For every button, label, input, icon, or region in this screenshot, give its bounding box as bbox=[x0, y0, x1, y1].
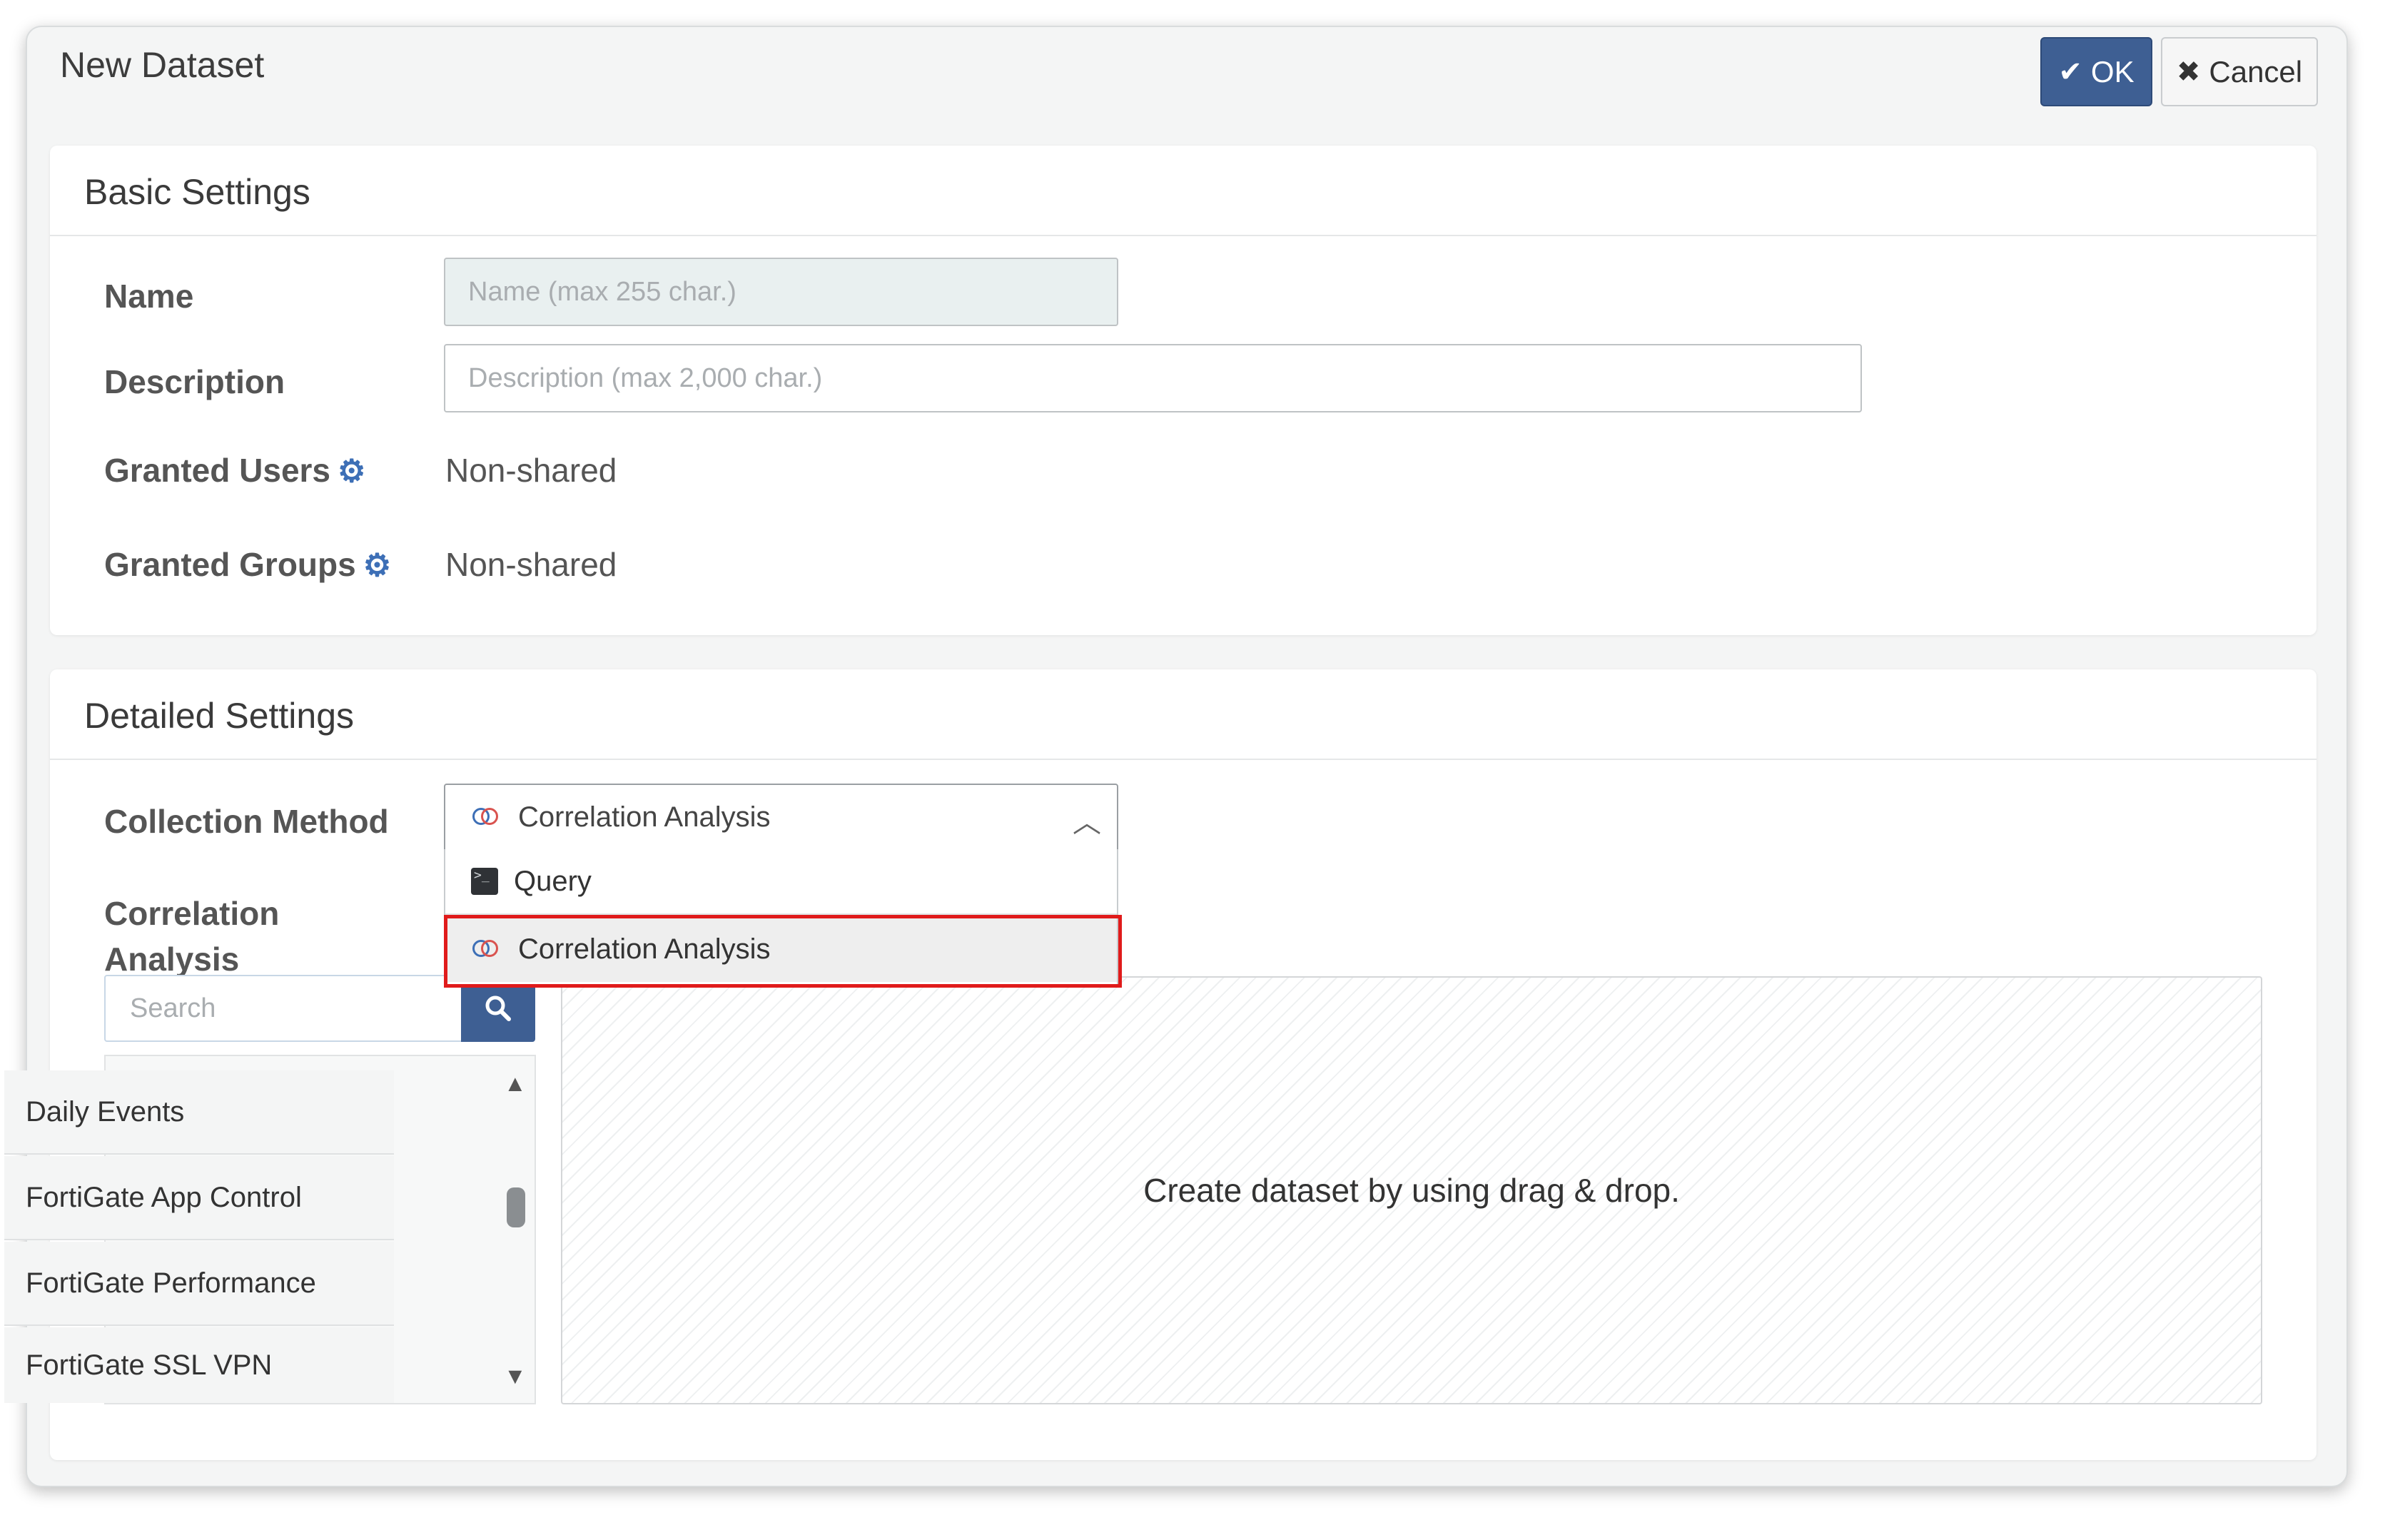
name-label: Name bbox=[104, 278, 194, 315]
search-icon bbox=[485, 996, 511, 1021]
terminal-icon: >_ bbox=[471, 868, 498, 895]
highlight-box bbox=[444, 915, 1122, 988]
search-input[interactable]: Search bbox=[104, 975, 462, 1042]
basic-settings-header: Basic Settings bbox=[50, 146, 2317, 236]
drop-hint: Create dataset by using drag & drop. bbox=[1143, 1172, 1680, 1209]
selected-value: Correlation Analysis bbox=[518, 801, 771, 833]
ok-label: OK bbox=[2090, 54, 2135, 88]
ok-button[interactable]: ✔ OK bbox=[2040, 37, 2152, 106]
name-placeholder: Name (max 255 char.) bbox=[468, 276, 736, 307]
granted-users-value: Non-shared bbox=[445, 452, 617, 489]
granted-groups-text: Granted Groups bbox=[104, 546, 356, 583]
scrollbar-thumb[interactable] bbox=[507, 1187, 525, 1227]
granted-users-label: Granted Users ⚙ bbox=[104, 451, 365, 490]
granted-groups-value: Non-shared bbox=[445, 546, 617, 583]
detailed-settings-title: Detailed Settings bbox=[84, 696, 355, 736]
gear-icon[interactable]: ⚙ bbox=[363, 548, 391, 583]
description-input[interactable]: Description (max 2,000 char.) bbox=[444, 344, 1862, 412]
scroll-down-arrow-icon[interactable]: ▼ bbox=[504, 1363, 527, 1389]
collection-method-select[interactable]: Correlation Analysis ︿ bbox=[444, 784, 1118, 851]
gear-icon[interactable]: ⚙ bbox=[338, 454, 365, 489]
close-icon: ✖ bbox=[2176, 56, 2201, 88]
collection-method-label: Collection Method bbox=[104, 803, 389, 840]
list-item[interactable]: FortiGate SSL VPN bbox=[4, 1327, 394, 1403]
basic-settings-title: Basic Settings bbox=[84, 172, 310, 212]
detailed-settings-header: Detailed Settings bbox=[50, 669, 2317, 760]
correlation-analysis-label: Correlation Analysis bbox=[104, 891, 279, 982]
correlation-label-line1: Correlation bbox=[104, 895, 280, 932]
list-item[interactable]: FortiGate App Control bbox=[4, 1156, 394, 1240]
granted-groups-label: Granted Groups ⚙ bbox=[104, 545, 391, 584]
search-placeholder: Search bbox=[130, 993, 216, 1023]
dialog-title: New Dataset bbox=[60, 45, 265, 85]
description-placeholder: Description (max 2,000 char.) bbox=[468, 363, 823, 393]
cancel-button[interactable]: ✖ Cancel bbox=[2161, 37, 2318, 106]
chevron-up-icon: ︿ bbox=[1073, 807, 1101, 839]
description-label: Description bbox=[104, 363, 285, 400]
list-item[interactable]: FortiGate Performance bbox=[4, 1242, 394, 1326]
check-icon: ✔ bbox=[2058, 56, 2082, 88]
option-query[interactable]: >_ Query bbox=[445, 849, 1117, 915]
name-input[interactable]: Name (max 255 char.) bbox=[444, 258, 1118, 326]
correlation-icon bbox=[471, 806, 502, 828]
drop-zone[interactable]: Create dataset by using drag & drop. bbox=[561, 976, 2262, 1404]
cancel-label: Cancel bbox=[2209, 54, 2303, 88]
scroll-up-arrow-icon[interactable]: ▲ bbox=[504, 1070, 527, 1097]
option-label: Query bbox=[514, 865, 592, 897]
list-item[interactable]: Daily Events bbox=[4, 1070, 394, 1155]
granted-users-text: Granted Users bbox=[104, 452, 331, 489]
